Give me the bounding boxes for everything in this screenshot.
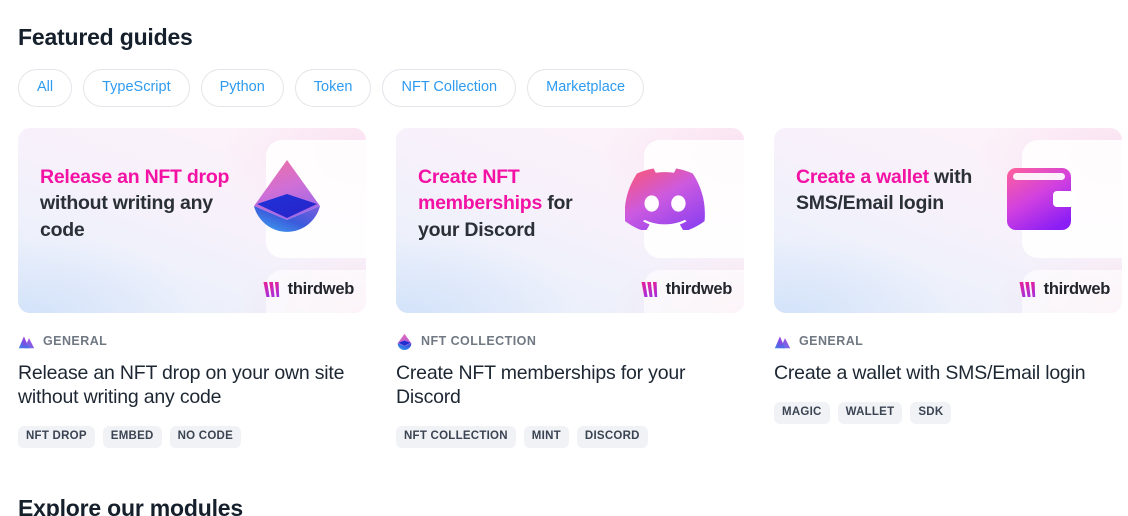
guide-card-grid: Release an NFT drop without writing any … [18, 127, 1122, 448]
guide-card-title[interactable]: Create a wallet with SMS/Email login [774, 361, 1122, 385]
filter-pill-nft-collection[interactable]: NFT Collection [382, 69, 517, 107]
category-label: NFT COLLECTION [421, 334, 537, 348]
tag[interactable]: SDK [910, 401, 952, 424]
guide-card-banner[interactable]: Create NFT memberships for your Discord [396, 127, 744, 313]
brand-name: thirdweb [1043, 279, 1111, 298]
brand-name: thirdweb [287, 279, 355, 298]
filter-pill-token[interactable]: Token [294, 69, 372, 107]
guide-card-tags: MAGIC WALLET SDK [774, 401, 1122, 424]
tag[interactable]: NO CODE [169, 425, 241, 448]
guide-card[interactable]: Release an NFT drop without writing any … [18, 127, 366, 448]
tag[interactable]: WALLET [837, 401, 903, 424]
guide-card-banner[interactable]: Create a wallet with SMS/Email login thi… [774, 127, 1122, 313]
guide-card-banner[interactable]: Release an NFT drop without writing any … [18, 127, 366, 313]
next-section-title: Explore our modules [18, 495, 243, 516]
tag[interactable]: EMBED [102, 425, 162, 448]
guide-card-category: GENERAL [18, 333, 366, 350]
tag[interactable]: MAGIC [774, 401, 830, 424]
guide-card-category: GENERAL [774, 333, 1122, 350]
banner-headline: Create a wallet with SMS/Email login [796, 164, 996, 217]
guide-card-meta: GENERAL Create a wallet with SMS/Email l… [774, 313, 1122, 424]
tag[interactable]: DISCORD [576, 425, 648, 448]
guide-card[interactable]: Create NFT memberships for your Discord [396, 127, 744, 448]
mountains-icon [18, 335, 35, 348]
banner-headline-rest: without writing any code [40, 192, 213, 241]
thirdweb-mark-icon [1019, 281, 1035, 297]
thirdweb-drop-icon [244, 156, 330, 242]
category-label: GENERAL [799, 334, 864, 348]
tag[interactable]: NFT DROP [18, 425, 95, 448]
guide-card-title[interactable]: Create NFT memberships for your Discord [396, 361, 744, 409]
thirdweb-mark-icon [263, 281, 279, 297]
guide-card-meta: GENERAL Release an NFT drop on your own … [18, 313, 366, 448]
guide-card-category: NFT COLLECTION [396, 333, 744, 350]
thirdweb-brand-lockup: thirdweb [263, 280, 354, 299]
wallet-icon [1000, 156, 1086, 242]
mountains-icon [774, 335, 791, 348]
thirdweb-brand-lockup: thirdweb [1019, 280, 1110, 299]
banner-headline-highlight: Release an NFT drop [40, 165, 230, 188]
filter-pill-row: All TypeScript Python Token NFT Collecti… [18, 69, 1110, 107]
thirdweb-mark-icon [641, 281, 657, 297]
guide-card-title[interactable]: Release an NFT drop on your own site wit… [18, 361, 366, 409]
page-title: Featured guides [18, 24, 193, 50]
tag[interactable]: NFT COLLECTION [396, 425, 516, 448]
brand-name: thirdweb [665, 279, 733, 298]
tag[interactable]: MINT [523, 425, 569, 448]
filter-pill-all[interactable]: All [18, 69, 73, 107]
banner-headline-highlight: Create NFT memberships [418, 165, 543, 215]
banner-headline: Release an NFT drop without writing any … [40, 164, 240, 244]
filter-pill-typescript[interactable]: TypeScript [83, 69, 190, 107]
guide-card-tags: NFT DROP EMBED NO CODE [18, 425, 366, 448]
discord-icon [622, 156, 708, 242]
guide-card[interactable]: Create a wallet with SMS/Email login thi… [774, 127, 1122, 449]
banner-headline: Create NFT memberships for your Discord [418, 164, 618, 244]
featured-guides-page: Featured guides All TypeScript Python To… [0, 0, 1128, 516]
category-label: GENERAL [43, 334, 108, 348]
guide-card-tags: NFT COLLECTION MINT DISCORD [396, 425, 744, 448]
guide-card-meta: NFT COLLECTION Create NFT memberships fo… [396, 313, 744, 448]
banner-headline-highlight: Create a wallet [796, 165, 929, 188]
drop-icon [397, 333, 412, 350]
thirdweb-brand-lockup: thirdweb [641, 280, 732, 299]
filter-pill-marketplace[interactable]: Marketplace [527, 69, 645, 107]
filter-pill-python[interactable]: Python [200, 69, 284, 107]
